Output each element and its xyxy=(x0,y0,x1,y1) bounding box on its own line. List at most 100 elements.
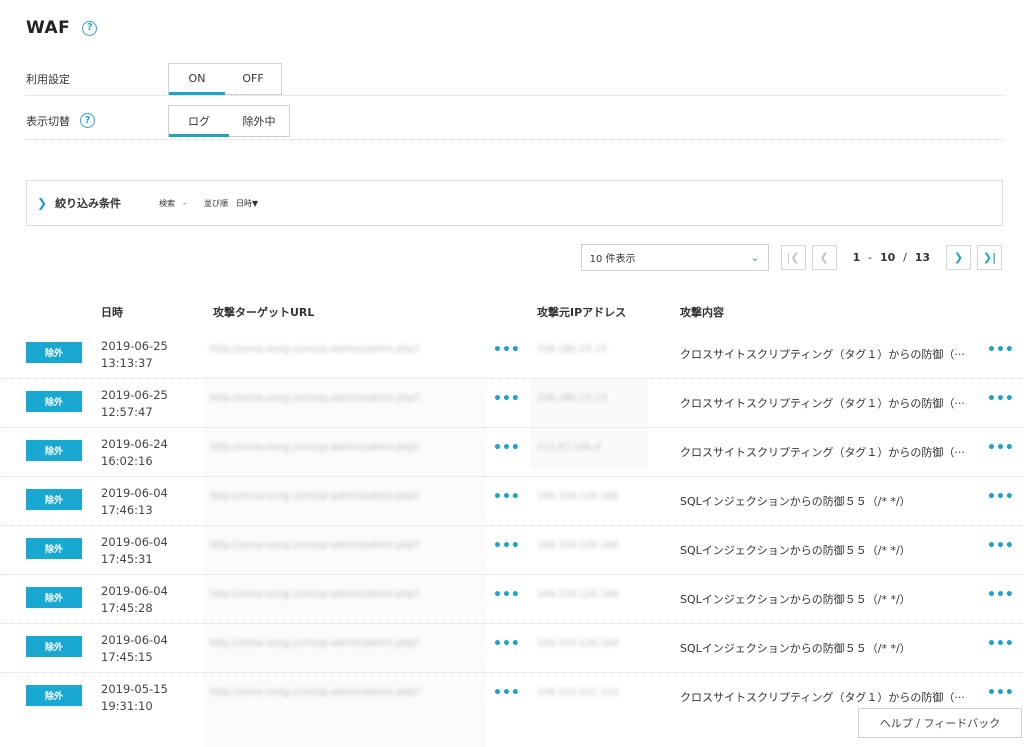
last-page-icon: ❯| xyxy=(982,251,997,264)
row-source-ip: 106.153.121.113 xyxy=(537,687,619,698)
display-log-option[interactable]: ログ xyxy=(169,106,229,137)
title-row: WAF ? xyxy=(26,18,98,38)
row-source-ip: 106.154.120.166 xyxy=(537,491,619,502)
row-datetime: 2019-05-15 19:31:10 xyxy=(101,681,168,715)
prev-page-button[interactable]: ❮ xyxy=(811,245,837,270)
display-help-icon[interactable]: ? xyxy=(80,113,95,128)
next-page-icon: ❯ xyxy=(953,251,964,264)
row-datetime: 2019-06-04 17:45:15 xyxy=(101,632,168,666)
more-dots-icon[interactable]: ••• xyxy=(493,440,520,456)
more-dots-icon[interactable]: ••• xyxy=(493,342,520,358)
more-dots-icon[interactable]: ••• xyxy=(493,685,520,701)
more-dots-icon[interactable]: ••• xyxy=(493,489,520,505)
more-dots-icon[interactable]: ••• xyxy=(987,342,1014,358)
more-dots-icon[interactable]: ••• xyxy=(987,587,1014,603)
table-row: 除外 2019-06-04 17:45:28 http://xnna-xxng.c… xyxy=(0,575,1024,624)
row-attack: SQLインジェクションからの防御５５（/* */） xyxy=(680,495,911,508)
col-source-ip: 攻撃元IPアドレス xyxy=(537,306,627,319)
table-row: 除外 2019-06-04 17:45:31 http://xnna-xxng.c… xyxy=(0,526,1024,575)
row-source-ip: 106.180.15.13 xyxy=(537,344,607,355)
filter-sort-label: 並び順 xyxy=(203,198,228,208)
chevron-right-icon: ❯ xyxy=(37,196,48,210)
range-total: 13 xyxy=(914,251,930,264)
row-attack: SQLインジェクションからの防御５５（/* */） xyxy=(680,544,911,557)
more-dots-icon[interactable]: ••• xyxy=(987,440,1014,456)
exclude-button[interactable]: 除外 xyxy=(26,489,82,510)
row-time: 13:13:37 xyxy=(101,356,153,370)
usage-off-option[interactable]: OFF xyxy=(225,64,281,94)
filter-search-value: - xyxy=(183,198,186,208)
row-datetime: 2019-06-04 17:46:13 xyxy=(101,485,168,519)
row-datetime: 2019-06-24 16:02:16 xyxy=(101,436,168,470)
row-target-url: http://xnna-xxng.com/xp-admin/admin.php? xyxy=(210,442,420,453)
table-row: 除外 2019-06-25 13:13:37 http://xnna-xxng.c… xyxy=(0,330,1024,379)
filter-panel[interactable]: ❯ 絞り込み条件 検索 - 並び順 日時▼ xyxy=(26,180,1003,226)
row-source-ip: 106.154.120.166 xyxy=(537,540,619,551)
row-time: 12:57:47 xyxy=(101,405,153,419)
usage-setting-row: 利用設定 ON OFF xyxy=(26,62,1004,96)
filter-sort-value: 日時▼ xyxy=(235,198,259,208)
row-time: 19:31:10 xyxy=(101,699,153,713)
help-feedback-button[interactable]: ヘルプ / フィードバック xyxy=(858,708,1022,738)
more-dots-icon[interactable]: ••• xyxy=(987,685,1014,701)
log-table-body: 除外 2019-06-25 13:13:37 http://xnna-xxng.c… xyxy=(0,330,1024,722)
exclude-button[interactable]: 除外 xyxy=(26,538,82,559)
table-row: 除外 2019-06-04 17:46:13 http://xnna-xxng.c… xyxy=(0,477,1024,526)
row-source-ip: 111.87.166.4 xyxy=(537,442,601,453)
row-attack: SQLインジェクションからの防御５５（/* */） xyxy=(680,642,911,655)
per-page-value: 10 件表示 xyxy=(589,254,636,265)
pagination: 10 件表示 ⌄ |❮ ❮ 1 - 10 / 13 ❯ ❯| xyxy=(580,244,1002,271)
more-dots-icon[interactable]: ••• xyxy=(987,636,1014,652)
more-dots-icon[interactable]: ••• xyxy=(987,538,1014,554)
row-target-url: http://xnna-xxng.com/xp-admin/admin.php? xyxy=(210,638,420,649)
more-dots-icon[interactable]: ••• xyxy=(493,538,520,554)
row-target-url: http://xnna-xxng.com/xp-admin/admin.php? xyxy=(210,491,420,502)
row-datetime: 2019-06-04 17:45:28 xyxy=(101,583,168,617)
per-page-select[interactable]: 10 件表示 ⌄ xyxy=(580,244,769,271)
more-dots-icon[interactable]: ••• xyxy=(493,391,520,407)
row-date: 2019-06-04 xyxy=(101,633,168,647)
last-page-button[interactable]: ❯| xyxy=(977,245,1002,270)
range-end: 10 xyxy=(879,251,896,264)
usage-setting-label: 利用設定 xyxy=(26,71,168,87)
row-date: 2019-06-04 xyxy=(101,535,168,549)
row-target-url: http://xnna-xxng.com/xp-admin/admin.php? xyxy=(210,344,420,355)
row-date: 2019-06-24 xyxy=(101,437,168,451)
row-datetime: 2019-06-04 17:45:31 xyxy=(101,534,168,568)
range-dash: - xyxy=(868,251,873,264)
row-time: 17:45:31 xyxy=(101,552,153,566)
filter-title: 絞り込み条件 xyxy=(55,197,122,210)
chevron-down-icon: ⌄ xyxy=(750,251,760,264)
more-dots-icon[interactable]: ••• xyxy=(987,489,1014,505)
first-page-button[interactable]: |❮ xyxy=(780,245,806,270)
exclude-button[interactable]: 除外 xyxy=(26,391,82,412)
help-icon[interactable]: ? xyxy=(82,20,98,36)
table-header: 日時 攻撃ターゲットURL 攻撃元IPアドレス 攻撃内容 xyxy=(0,301,1024,321)
more-dots-icon[interactable]: ••• xyxy=(493,636,520,652)
row-source-ip: 106.154.120.166 xyxy=(537,638,619,649)
usage-label-text: 利用設定 xyxy=(26,72,70,86)
exclude-button[interactable]: 除外 xyxy=(26,685,82,706)
exclude-button[interactable]: 除外 xyxy=(26,342,82,363)
row-attack: クロスサイトスクリプティング（タグ１）からの防御（··· xyxy=(680,397,965,410)
row-date: 2019-06-25 xyxy=(101,339,168,353)
table-row: 除外 2019-06-24 16:02:16 http://xnna-xxng.c… xyxy=(0,428,1024,477)
display-excluded-option[interactable]: 除外中 xyxy=(229,106,289,136)
display-setting-row: 表示切替 ? ログ 除外中 xyxy=(26,102,1004,140)
row-attack: クロスサイトスクリプティング（タグ１）からの防御（··· xyxy=(680,446,965,459)
row-source-ip: 106.154.120.166 xyxy=(537,589,619,600)
exclude-button[interactable]: 除外 xyxy=(26,587,82,608)
page-title: WAF xyxy=(26,18,71,38)
more-dots-icon[interactable]: ••• xyxy=(987,391,1014,407)
prev-page-icon: ❮ xyxy=(819,251,829,264)
row-attack: クロスサイトスクリプティング（タグ１）からの防御（··· xyxy=(680,348,965,361)
more-dots-icon[interactable]: ••• xyxy=(493,587,520,603)
next-page-button[interactable]: ❯ xyxy=(946,245,971,270)
table-row: 除外 2019-06-25 12:57:47 http://xnna-xxng.c… xyxy=(0,379,1024,428)
exclude-button[interactable]: 除外 xyxy=(26,440,82,461)
exclude-button[interactable]: 除外 xyxy=(26,636,82,657)
row-date: 2019-05-15 xyxy=(101,682,168,696)
row-target-url: http://xnna-xxng.com/xp-admin/admin.php? xyxy=(210,687,420,698)
range-start: 1 xyxy=(852,251,861,264)
usage-on-option[interactable]: ON xyxy=(169,64,225,95)
